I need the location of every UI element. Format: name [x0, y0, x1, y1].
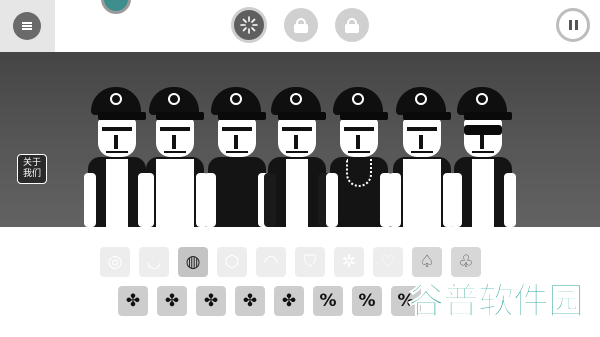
sound-glyph: ◎ [107, 251, 123, 272]
character-5[interactable] [326, 77, 392, 227]
sound-glyph: ✤ [125, 290, 141, 311]
sound-tile-r1-6[interactable]: ⛉ [295, 247, 325, 277]
swirl-icon [168, 93, 180, 105]
sound-glyph: ◡ [146, 251, 162, 272]
mode-button-locked-1[interactable] [284, 8, 318, 42]
sound-glyph: ⛉ [303, 251, 317, 272]
lock-icon [345, 17, 359, 33]
character-6[interactable] [389, 77, 455, 227]
sound-glyph: ✤ [203, 290, 219, 311]
sound-tile-r2-1[interactable]: ✤ [118, 286, 148, 316]
lock-icon [294, 17, 308, 33]
sound-tile-r1-7[interactable]: ✲ [334, 247, 364, 277]
about-label-line2: 我们 [22, 169, 41, 179]
shield-icon [230, 93, 242, 105]
sound-tile-r2-2[interactable]: ✤ [157, 286, 187, 316]
character-stage: 关于 我们 [0, 52, 600, 227]
sound-tile-r2-5[interactable]: ✤ [274, 286, 304, 316]
sound-glyph: ♤ [419, 251, 435, 272]
burst-icon [415, 93, 427, 105]
sound-glyph: % [358, 290, 376, 311]
sound-tile-r1-3[interactable]: ◍ [178, 247, 208, 277]
sound-tile-r2-3[interactable]: ✤ [196, 286, 226, 316]
sound-tile-r1-2[interactable]: ◡ [139, 247, 169, 277]
sound-glyph: ✲ [341, 251, 357, 272]
sound-tile-r1-5[interactable]: ◠ [256, 247, 286, 277]
heart-icon [476, 93, 488, 105]
character-4[interactable] [264, 77, 330, 227]
top-bar [0, 0, 600, 52]
pause-button[interactable] [556, 8, 590, 42]
avatar[interactable] [101, 0, 131, 14]
character-7[interactable] [450, 77, 516, 227]
sound-tile-r2-4[interactable]: ✤ [235, 286, 265, 316]
sound-tile-r1-4[interactable]: ⬡ [217, 247, 247, 277]
sound-tile-r1-1[interactable]: ◎ [100, 247, 130, 277]
menu-button[interactable] [13, 12, 41, 40]
about-us-button[interactable]: 关于 我们 [17, 154, 47, 184]
character-1[interactable] [84, 77, 150, 227]
mode-button-locked-2[interactable] [335, 8, 369, 42]
pause-icon [568, 20, 572, 30]
menu-panel [0, 0, 55, 52]
character-3[interactable] [204, 77, 270, 227]
sound-glyph: ♧ [458, 251, 474, 272]
sound-glyph: ✤ [164, 290, 180, 311]
sound-glyph: % [319, 290, 337, 311]
sound-glyph: ⬡ [224, 251, 240, 272]
mode-button-active[interactable] [231, 7, 267, 43]
watermark: 谷普软件园 [407, 272, 590, 324]
sparkle-icon [240, 16, 258, 34]
sound-tile-r2-7[interactable]: % [352, 286, 382, 316]
sound-tile-r1-8[interactable]: ♡ [373, 247, 403, 277]
arch-icon [290, 93, 302, 105]
sound-tile-r2-6[interactable]: % [313, 286, 343, 316]
smile-icon [110, 93, 122, 105]
sound-glyph: ◍ [185, 251, 201, 272]
sound-glyph: ♡ [380, 251, 396, 272]
about-label-line1: 关于 [22, 158, 41, 168]
sound-glyph: ✤ [242, 290, 258, 311]
watermark-text: 谷普软件园 [407, 281, 584, 323]
menu-icon [22, 22, 32, 30]
sound-glyph: ✤ [281, 290, 297, 311]
character-2[interactable] [142, 77, 208, 227]
scroll-icon [352, 93, 364, 105]
sound-glyph: ◠ [263, 251, 279, 272]
